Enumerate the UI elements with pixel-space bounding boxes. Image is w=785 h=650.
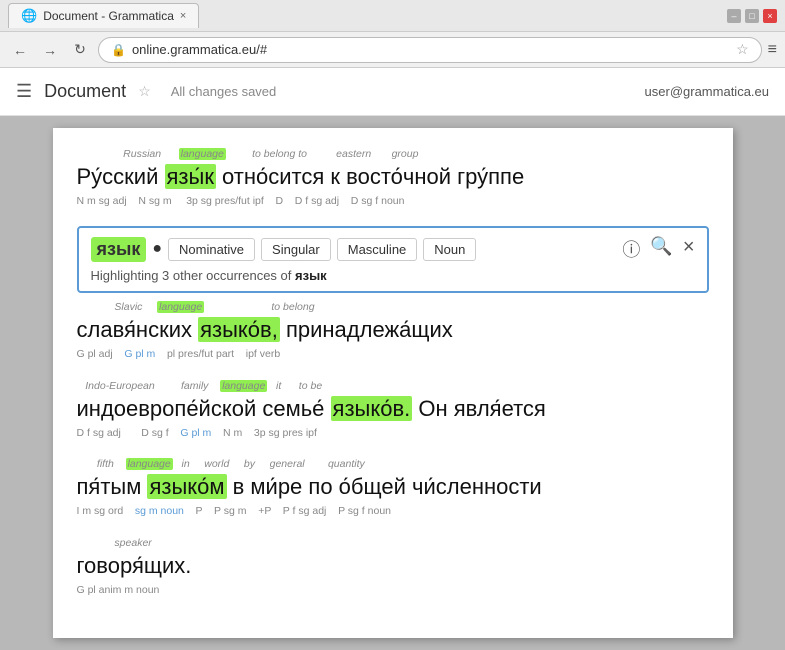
favorite-icon[interactable]: ☆ bbox=[138, 83, 151, 100]
minimize-button[interactable]: – bbox=[727, 9, 741, 23]
sentence-block-3: Indo-European family language it to be и… bbox=[77, 380, 709, 440]
menu-button[interactable]: ☰ bbox=[16, 81, 32, 102]
info-icon[interactable]: ⓘ bbox=[622, 236, 640, 262]
url-text: online.grammatica.eu/# bbox=[132, 42, 267, 57]
grammar-line-2: G pl adj G pl m pl pres/fut part ipf ver… bbox=[77, 348, 709, 362]
saved-status: All changes saved bbox=[171, 84, 277, 99]
main-content: Russian language to belong to eastern gr… bbox=[0, 116, 785, 650]
maximize-button[interactable]: □ bbox=[745, 9, 759, 23]
popup-tag-masculine[interactable]: Masculine bbox=[337, 238, 418, 261]
popup-dot: ● bbox=[152, 240, 162, 258]
popup-highlight-row: Highlighting 3 other occurrences of язык bbox=[91, 268, 695, 283]
sentence-block-1: Russian language to belong to eastern gr… bbox=[77, 148, 709, 208]
lock-icon: 🔒 bbox=[111, 43, 126, 57]
bookmark-icon[interactable]: ☆ bbox=[736, 41, 749, 58]
highlight-keyword: язык bbox=[295, 268, 327, 283]
top-labels-4: fifth language in world by general quant… bbox=[77, 458, 709, 470]
sentence-text-3: индоевропе́йской семье́ языко́в. Он явля… bbox=[77, 394, 709, 425]
highlighted-word-3[interactable]: языко́в. bbox=[331, 396, 413, 421]
grammar-line-5: G pl anim m noun bbox=[77, 584, 709, 598]
top-labels-1: Russian language to belong to eastern gr… bbox=[77, 148, 709, 160]
close-button[interactable]: × bbox=[763, 9, 777, 23]
popup-panel: язык ● Nominative Singular Masculine Nou… bbox=[77, 226, 709, 293]
app-toolbar: ☰ Document ☆ All changes saved user@gram… bbox=[0, 68, 785, 116]
address-bar[interactable]: 🔒 online.grammatica.eu/# ☆ bbox=[98, 37, 762, 63]
grammar-line-3: D f sg adj D sg f G pl m N m 3p sg pres … bbox=[77, 427, 709, 441]
forward-button[interactable]: → bbox=[38, 38, 62, 62]
title-bar: 🌐 Document - Grammatica × – □ × bbox=[0, 0, 785, 32]
browser-toolbar: ← → ↻ 🔒 online.grammatica.eu/# ☆ ≡ bbox=[0, 32, 785, 68]
sentence-block-2: Slavic language to belong славя́нских яз… bbox=[77, 301, 709, 361]
browser-tab[interactable]: 🌐 Document - Grammatica × bbox=[8, 3, 199, 28]
grammar-line-1: N m sg adj N sg m 3p sg pres/fut ipf D D… bbox=[77, 195, 709, 209]
top-labels-5: speaker bbox=[77, 537, 709, 549]
top-labels-2: Slavic language to belong bbox=[77, 301, 709, 313]
sentence-text-5: говоря́щих. bbox=[77, 551, 709, 582]
document-area: Russian language to belong to eastern gr… bbox=[53, 128, 733, 638]
popup-icons: ⓘ 🔍 × bbox=[622, 236, 694, 262]
tab-favicon: 🌐 bbox=[21, 8, 37, 24]
highlight-info-text: Highlighting 3 other occurrences of язык bbox=[91, 268, 327, 283]
sentence-block-5: speaker говоря́щих. G pl anim m noun bbox=[77, 537, 709, 597]
popup-tag-nominative[interactable]: Nominative bbox=[168, 238, 255, 261]
tab-close-button[interactable]: × bbox=[180, 10, 186, 22]
user-email: user@grammatica.eu bbox=[645, 84, 769, 99]
highlighted-word-1[interactable]: язы́к bbox=[165, 164, 216, 189]
sentence-text-1: Ру́сский язы́к отно́сится к восто́чной г… bbox=[77, 162, 709, 193]
popup-tag-noun[interactable]: Noun bbox=[423, 238, 476, 261]
sentence-text-4: пя́тым языко́м в ми́ре по о́бщей чи́слен… bbox=[77, 472, 709, 503]
highlighted-word-4[interactable]: языко́м bbox=[147, 474, 226, 499]
sentence-text-2: славя́нских языко́в, принадлежа́щих bbox=[77, 315, 709, 346]
popup-tag-singular[interactable]: Singular bbox=[261, 238, 331, 261]
highlighted-word-2[interactable]: языко́в, bbox=[198, 317, 280, 342]
document-title: Document bbox=[44, 81, 126, 102]
app-window: 🌐 Document - Grammatica × – □ × ← → ↻ 🔒 … bbox=[0, 0, 785, 650]
close-icon[interactable]: × bbox=[683, 236, 695, 262]
grammar-line-4: I m sg ord sg m noun P P sg m +P P f sg … bbox=[77, 505, 709, 519]
browser-menu-button[interactable]: ≡ bbox=[768, 41, 777, 59]
window-controls: – □ × bbox=[727, 9, 777, 23]
popup-word: язык bbox=[91, 237, 147, 262]
reload-button[interactable]: ↻ bbox=[68, 38, 92, 62]
search-icon[interactable]: 🔍 bbox=[650, 236, 672, 262]
top-labels-3: Indo-European family language it to be bbox=[77, 380, 709, 392]
tab-title: Document - Grammatica bbox=[43, 9, 174, 23]
popup-tag-row: язык ● Nominative Singular Masculine Nou… bbox=[91, 236, 695, 262]
back-button[interactable]: ← bbox=[8, 38, 32, 62]
sentence-block-4: fifth language in world by general quant… bbox=[77, 458, 709, 518]
